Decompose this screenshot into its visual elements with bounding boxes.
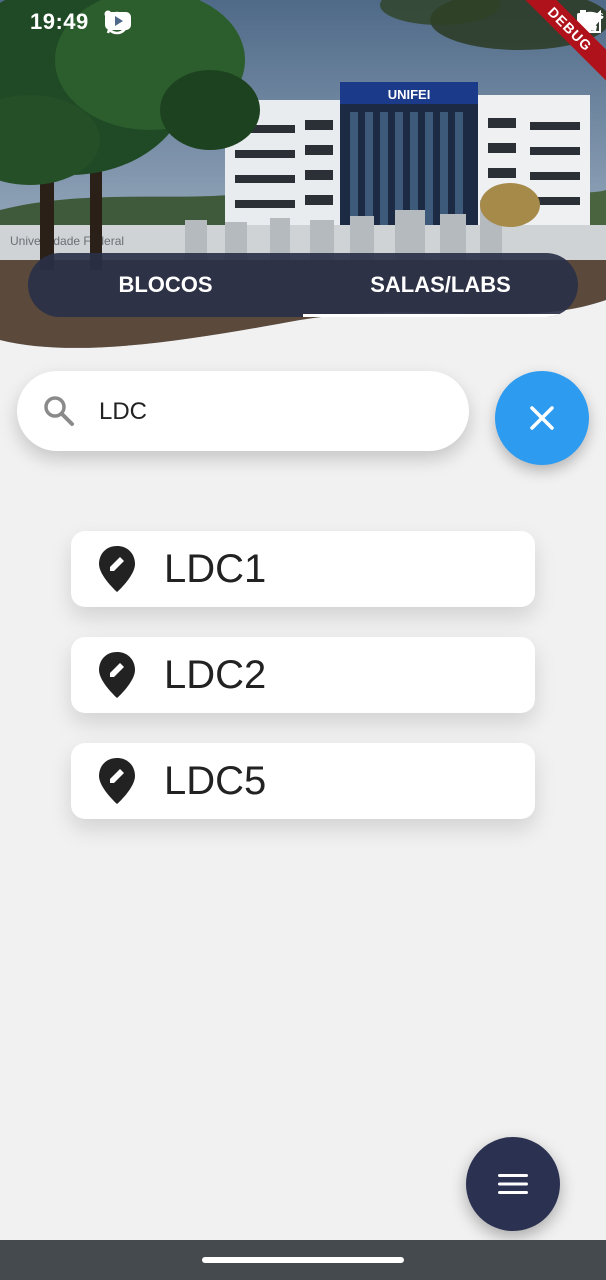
system-nav-bar (0, 1240, 606, 1280)
search-bar (17, 371, 469, 453)
clear-search-button[interactable] (495, 371, 589, 465)
status-bar: 19:49 4G (0, 0, 606, 87)
results-list: LDC1 LDC2 LDC5 (71, 531, 535, 849)
tab-blocos[interactable]: BLOCOS (28, 253, 303, 317)
status-time: 19:49 (30, 9, 89, 34)
result-item-ldc2[interactable]: LDC2 (71, 637, 535, 713)
tab-salas-labs[interactable]: SALAS/LABS (303, 253, 578, 317)
tab-bar: BLOCOS SALAS/LABS (28, 253, 578, 317)
result-item-ldc5[interactable]: LDC5 (71, 743, 535, 819)
edit-location-icon (99, 758, 135, 804)
svg-text:UNIFEI: UNIFEI (388, 87, 431, 102)
menu-button[interactable] (466, 1137, 560, 1231)
result-item-ldc1[interactable]: LDC1 (71, 531, 535, 607)
close-icon (530, 406, 554, 430)
svg-text:Universidade Federal: Universidade Federal (10, 234, 124, 248)
search-input[interactable] (97, 371, 441, 453)
search-icon (44, 396, 74, 426)
result-label: LDC5 (164, 759, 267, 803)
hamburger-menu-icon (498, 1174, 528, 1194)
dot-icon (104, 10, 112, 18)
edit-location-icon (99, 652, 135, 698)
edit-location-icon (99, 546, 135, 592)
header-image: UNIFEI Universidade Federal 19:49 DEBUG … (0, 0, 606, 360)
result-label: LDC2 (164, 653, 267, 697)
home-gesture-handle[interactable] (202, 1257, 404, 1263)
result-label: LDC1 (164, 547, 267, 591)
